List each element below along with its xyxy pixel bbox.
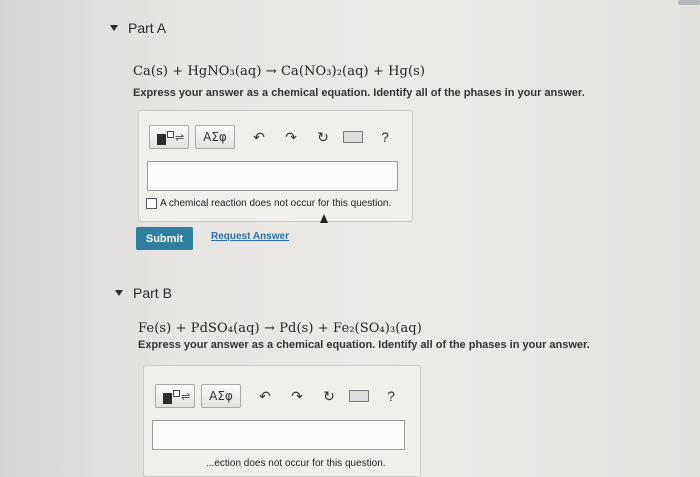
templates-button[interactable]: ⇌ [149,125,189,149]
keyboard-icon[interactable] [349,390,369,402]
checkbox-box[interactable] [146,198,157,209]
undo-icon[interactable]: ↶ [253,388,277,405]
part-a-toolbar: ⇌ ΑΣφ ↶ ↷ ↻ ? [149,125,397,149]
part-a-answer-input[interactable] [147,161,398,191]
request-answer-link[interactable]: Request Answer [211,231,289,242]
help-button[interactable]: ? [373,129,397,145]
mouse-cursor-icon [320,214,328,223]
template-icon [157,134,166,145]
keyboard-icon[interactable] [343,131,363,143]
part-a-equation: Ca(s) + HgNO₃(aq) → Ca(NO₃)₂(aq) + Hg(s) [133,64,426,79]
part-b-instruction: Express your answer as a chemical equati… [138,339,590,351]
scrollbar-thumb[interactable] [678,0,700,5]
redo-icon[interactable]: ↷ [285,388,309,405]
templates-button[interactable]: ⇌ [155,384,195,408]
collapse-triangle-icon[interactable] [110,25,118,31]
part-b-header[interactable]: Part B [115,285,172,301]
collapse-triangle-icon[interactable] [115,290,123,296]
part-a-instruction: Express your answer as a chemical equati… [133,87,585,99]
checkbox-label: A chemical reaction does not occur for t… [160,198,392,209]
equilibrium-arrows-icon: ⇌ [175,132,185,144]
part-a-title: Part A [128,20,167,36]
part-b-answer-input[interactable] [152,420,405,450]
part-b-equation: Fe(s) + PdSO₄(aq) → Pd(s) + Fe₂(SO₄)₃(aq… [138,321,422,336]
greek-symbols-button[interactable]: ΑΣφ [195,125,235,149]
part-b-title: Part B [133,285,172,301]
part-b-answer-panel: ⇌ ΑΣφ ↶ ↷ ↻ ? ...ection does not occur f… [143,365,421,477]
submit-button[interactable]: Submit [136,227,193,250]
part-b-toolbar: ⇌ ΑΣφ ↶ ↷ ↻ ? [155,384,403,408]
greek-symbols-button[interactable]: ΑΣφ [201,384,241,408]
reset-icon[interactable]: ↻ [317,388,341,405]
part-a-no-reaction-checkbox[interactable]: A chemical reaction does not occur for t… [146,198,391,209]
part-a-header[interactable]: Part A [110,20,166,36]
help-button[interactable]: ? [379,388,403,404]
checkbox-label: ...ection does not occur for this questi… [206,458,386,469]
part-a-answer-panel: ⇌ ΑΣφ ↶ ↷ ↻ ? A chemical reaction does n… [138,110,413,222]
equilibrium-arrows-icon: ⇌ [181,391,191,403]
template-icon [163,393,172,404]
part-b-no-reaction-checkbox[interactable]: ...ection does not occur for this questi… [206,458,386,469]
redo-icon[interactable]: ↷ [279,129,303,146]
undo-icon[interactable]: ↶ [247,129,271,146]
reset-icon[interactable]: ↻ [311,129,335,146]
